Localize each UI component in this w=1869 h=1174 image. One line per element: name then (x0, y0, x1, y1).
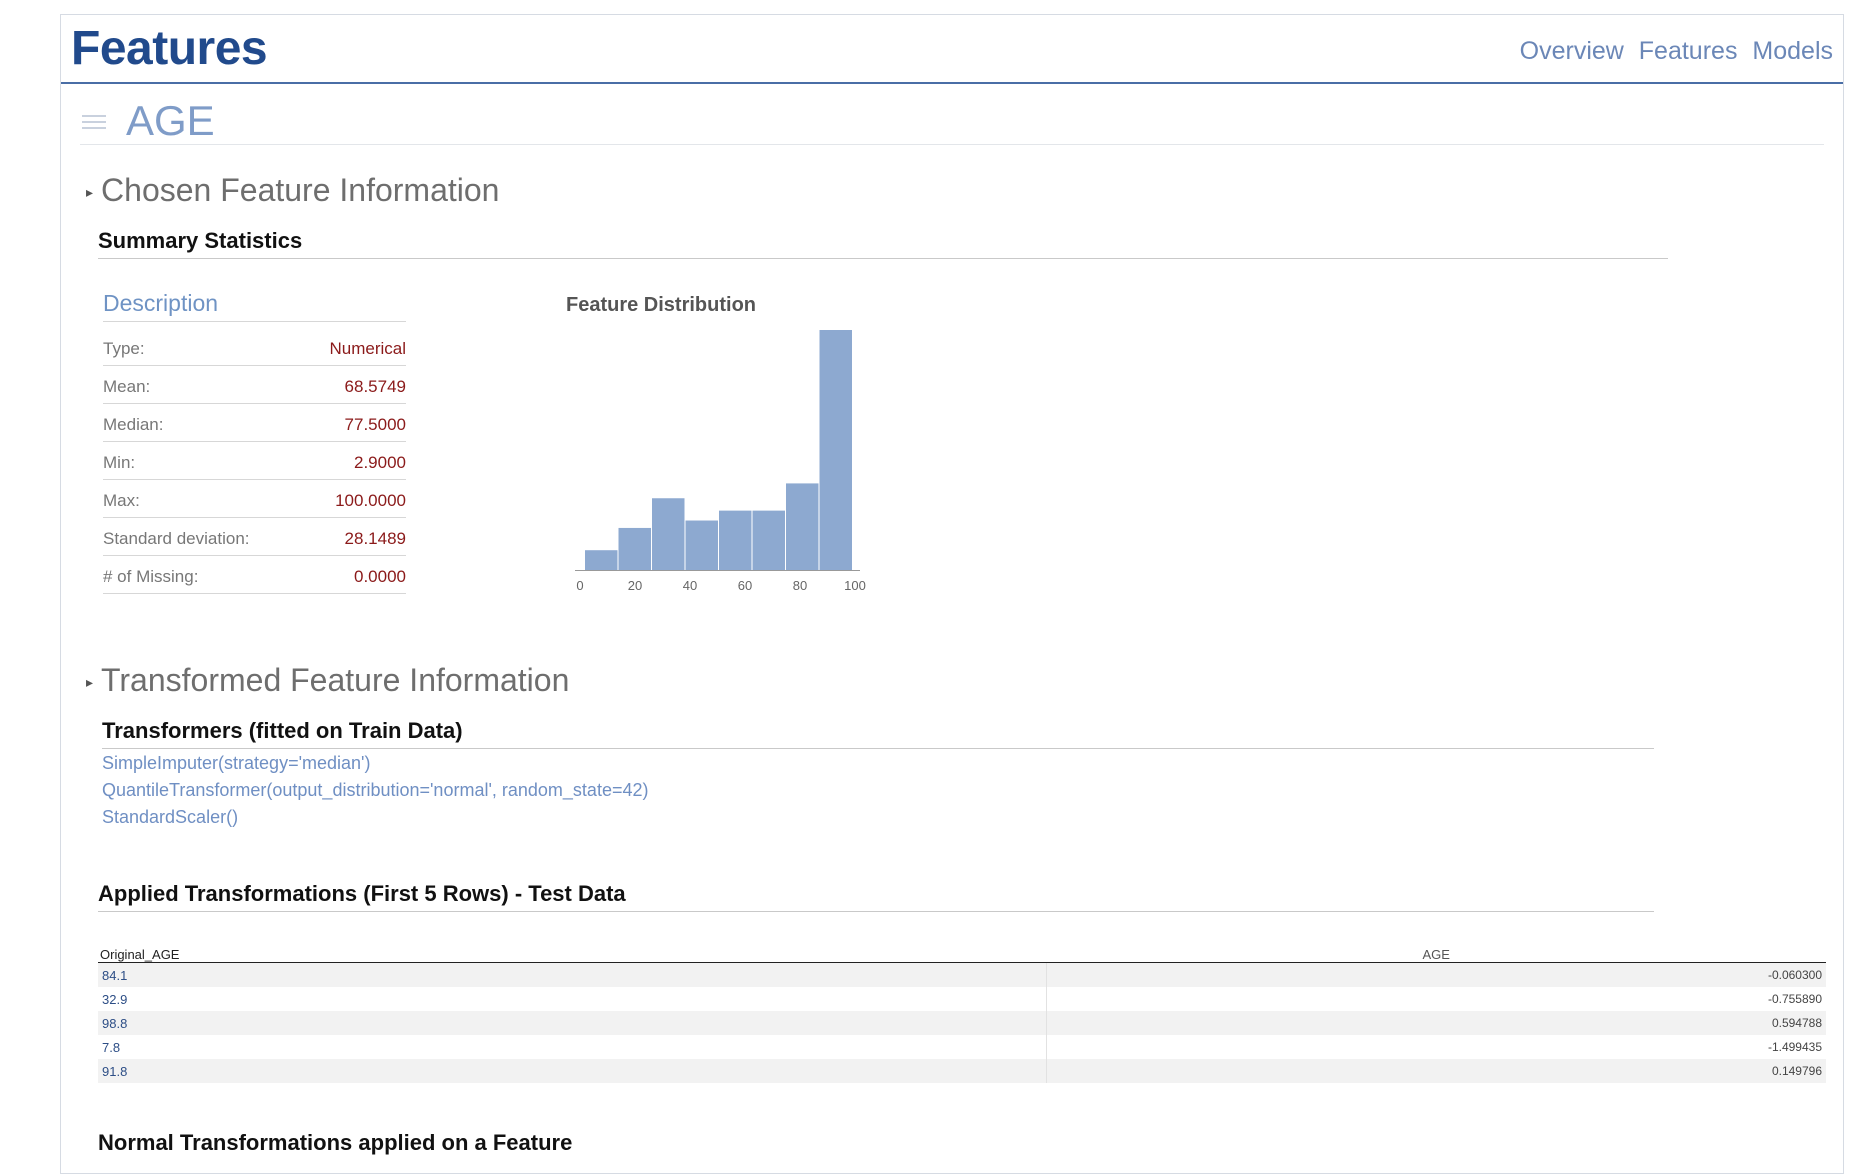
stat-value: Numerical (329, 339, 406, 358)
histogram-bar (752, 510, 785, 570)
histogram-bar (652, 498, 685, 570)
stat-value: 68.5749 (344, 377, 406, 396)
table-row: 84.1 -0.060300 (98, 962, 1826, 987)
chosen-section-title: Chosen Feature Information (101, 172, 500, 208)
column-header-original-age[interactable]: Original_AGE (98, 944, 1047, 963)
histogram-bar (719, 510, 752, 570)
cell-original-age: 84.1 (98, 962, 1047, 987)
nav-links: Overview Features Models (1512, 37, 1833, 66)
stat-row: Standard deviation: 28.1489 (103, 518, 406, 556)
stat-label: Mean: (103, 377, 151, 396)
stat-row: Mean: 68.5749 (103, 366, 406, 404)
transformed-section-toggle[interactable]: ▸ Transformed Feature Information (86, 662, 569, 699)
top-navbar: Features Overview Features Models (61, 15, 1843, 84)
chart-title: Feature Distribution (566, 294, 757, 316)
caret-right-icon: ▸ (86, 184, 94, 201)
transformer-item[interactable]: SimpleImputer(strategy='median') (102, 750, 649, 777)
histogram-bar (685, 520, 718, 570)
table-row: 7.8 -1.499435 (98, 1035, 1826, 1059)
transformer-item[interactable]: QuantileTransformer(output_distribution=… (102, 777, 649, 804)
x-tick-label: 40 (683, 578, 697, 593)
description-title: Description (103, 290, 406, 322)
stat-value: 2.9000 (354, 453, 406, 472)
divider (80, 144, 1824, 145)
cell-original-age: 98.8 (98, 1011, 1047, 1035)
stat-value: 28.1489 (344, 529, 406, 548)
brand-title[interactable]: Features (71, 21, 268, 76)
stat-row: Type: Numerical (103, 328, 406, 366)
menu-icon[interactable] (82, 111, 106, 135)
stat-label: # of Missing: (103, 567, 199, 586)
feature-name: AGE (126, 97, 215, 144)
stat-value: 77.5000 (344, 415, 406, 434)
x-tick-label: 0 (576, 578, 583, 593)
transformers-heading: Transformers (fitted on Train Data) (102, 718, 1654, 749)
cell-age: -0.755890 (1767, 992, 1822, 1006)
x-tick-label: 100 (844, 578, 866, 593)
table-row: 98.8 0.594788 (98, 1011, 1826, 1035)
x-tick-label: 20 (628, 578, 642, 593)
feature-distribution-chart: 0 20 40 60 80 100 (575, 330, 866, 593)
caret-right-icon: ▸ (86, 674, 94, 691)
transformers-list: SimpleImputer(strategy='median') Quantil… (102, 750, 649, 831)
histogram-bar (786, 483, 819, 570)
stat-row: # of Missing: 0.0000 (103, 556, 406, 594)
histogram-bar (585, 550, 618, 570)
stat-value: 0.0000 (354, 567, 406, 586)
nav-overview[interactable]: Overview (1520, 37, 1624, 65)
stat-row: Max: 100.0000 (103, 480, 406, 518)
cell-age: -1.499435 (1767, 1040, 1822, 1054)
cell-age: 0.149796 (1046, 1059, 1826, 1083)
x-tick-label: 60 (738, 578, 752, 593)
description-table: Description Type: Numerical Mean: 68.5749 Me… (103, 290, 406, 594)
histogram-bar (618, 527, 651, 570)
stat-row: Median: 77.5000 (103, 404, 406, 442)
table-row: 32.9 -0.755890 (98, 987, 1826, 1011)
cell-original-age: 32.9 (98, 987, 1047, 1011)
summary-statistics-heading: Summary Statistics (98, 228, 1668, 259)
chosen-section-toggle[interactable]: ▸ Chosen Feature Information (86, 172, 499, 209)
normal-transformations-heading: Normal Transformations applied on a Feat… (98, 1130, 573, 1155)
stat-label: Max: (103, 491, 140, 510)
stat-value: 100.0000 (335, 491, 406, 510)
stat-label: Type: (103, 339, 145, 358)
x-tick-label: 80 (793, 578, 807, 593)
column-header-age[interactable]: AGE (1046, 944, 1826, 963)
nav-models[interactable]: Models (1752, 37, 1833, 65)
transformed-section-title: Transformed Feature Information (101, 662, 570, 698)
cell-original-age: 91.8 (98, 1059, 1047, 1083)
stat-row: Min: 2.9000 (103, 442, 406, 480)
stat-label: Min: (103, 453, 136, 472)
cell-age: -0.060300 (1046, 962, 1826, 987)
cell-original-age: 7.8 (98, 1035, 1047, 1059)
cell-age: 0.594788 (1046, 1011, 1826, 1035)
applied-transformations-heading: Applied Transformations (First 5 Rows) -… (98, 881, 1654, 912)
stat-label: Standard deviation: (103, 529, 250, 548)
histogram-bar (819, 330, 852, 570)
nav-features[interactable]: Features (1639, 37, 1738, 65)
table-row: 91.8 0.149796 (98, 1059, 1826, 1083)
stat-label: Median: (103, 415, 164, 434)
applied-transformations-table: Original_AGE AGE 84.1 -0.060300 32.9 -0.755… (98, 944, 1826, 1083)
transformer-item[interactable]: StandardScaler() (102, 804, 649, 831)
